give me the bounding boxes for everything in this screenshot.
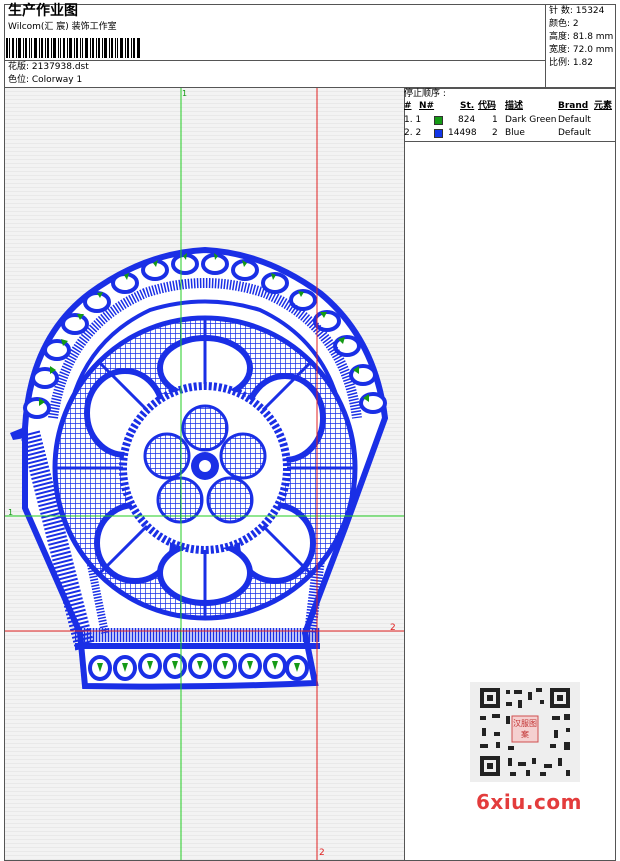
row-2-num: 2. 2 xyxy=(404,128,422,138)
guide-label-green-top: 1 xyxy=(182,89,188,98)
row-2-brand: Default xyxy=(558,128,591,138)
stat-stitches: 针 ​​​​​​​数: 15324 xyxy=(549,6,605,16)
guide-label-red-right: 2 xyxy=(390,623,396,633)
row-1-desc: Dark Green xyxy=(505,115,557,125)
guide-label-red-bottom: 2 xyxy=(319,848,325,858)
row-1-color-swatch xyxy=(434,116,443,125)
watermark-logo: 6xiu.com xyxy=(476,790,582,814)
col-header-element: 元素 xyxy=(594,101,613,111)
row-2-code: 2 xyxy=(492,128,498,138)
stop-sequence-title: 停止顺序 : xyxy=(404,89,446,99)
row-2-stitches: 14498 xyxy=(448,128,477,138)
table-divider xyxy=(404,141,616,142)
col-header-desc: 描述 xyxy=(505,101,524,111)
row-2-color-swatch xyxy=(434,129,443,138)
col-header-n: N# xyxy=(419,101,435,111)
design-file: 花版: 2137938.dst xyxy=(8,62,89,72)
qr-code: 汉服图案 xyxy=(470,682,580,782)
lace-motif xyxy=(10,246,389,690)
guide-label-green-left: 1 xyxy=(8,508,14,517)
stat-width: 宽度: 72.0 mm xyxy=(549,45,614,55)
col-header-stitches: St. xyxy=(460,101,475,111)
qr-center-label: 汉服图案 xyxy=(513,719,537,739)
stat-scale: 比例: 1.82 xyxy=(549,58,593,68)
col-header-brand: Brand xyxy=(558,101,589,111)
row-1-num: 1. 1 xyxy=(404,115,422,125)
stat-height: 高度: 81.8 mm xyxy=(549,32,614,42)
embroidery-drawing xyxy=(5,88,404,860)
col-header-code: 代码 xyxy=(478,101,497,111)
barcode xyxy=(6,38,140,58)
row-1-code: 1 xyxy=(492,115,498,125)
page-title: 生产作业图 xyxy=(8,3,78,19)
row-1-brand: Default xyxy=(558,115,591,125)
row-1-stitches: 824 xyxy=(458,115,476,125)
stat-colors: 颜色: 2 xyxy=(549,19,579,29)
row-2-desc: Blue xyxy=(505,128,525,138)
embroidery-canvas xyxy=(5,88,404,860)
col-header-hash: # xyxy=(404,101,412,111)
colorway: 色位: Colorway 1 xyxy=(8,75,83,85)
company-name: Wilcom(汇 宸) 装饰工作室 xyxy=(8,22,117,32)
